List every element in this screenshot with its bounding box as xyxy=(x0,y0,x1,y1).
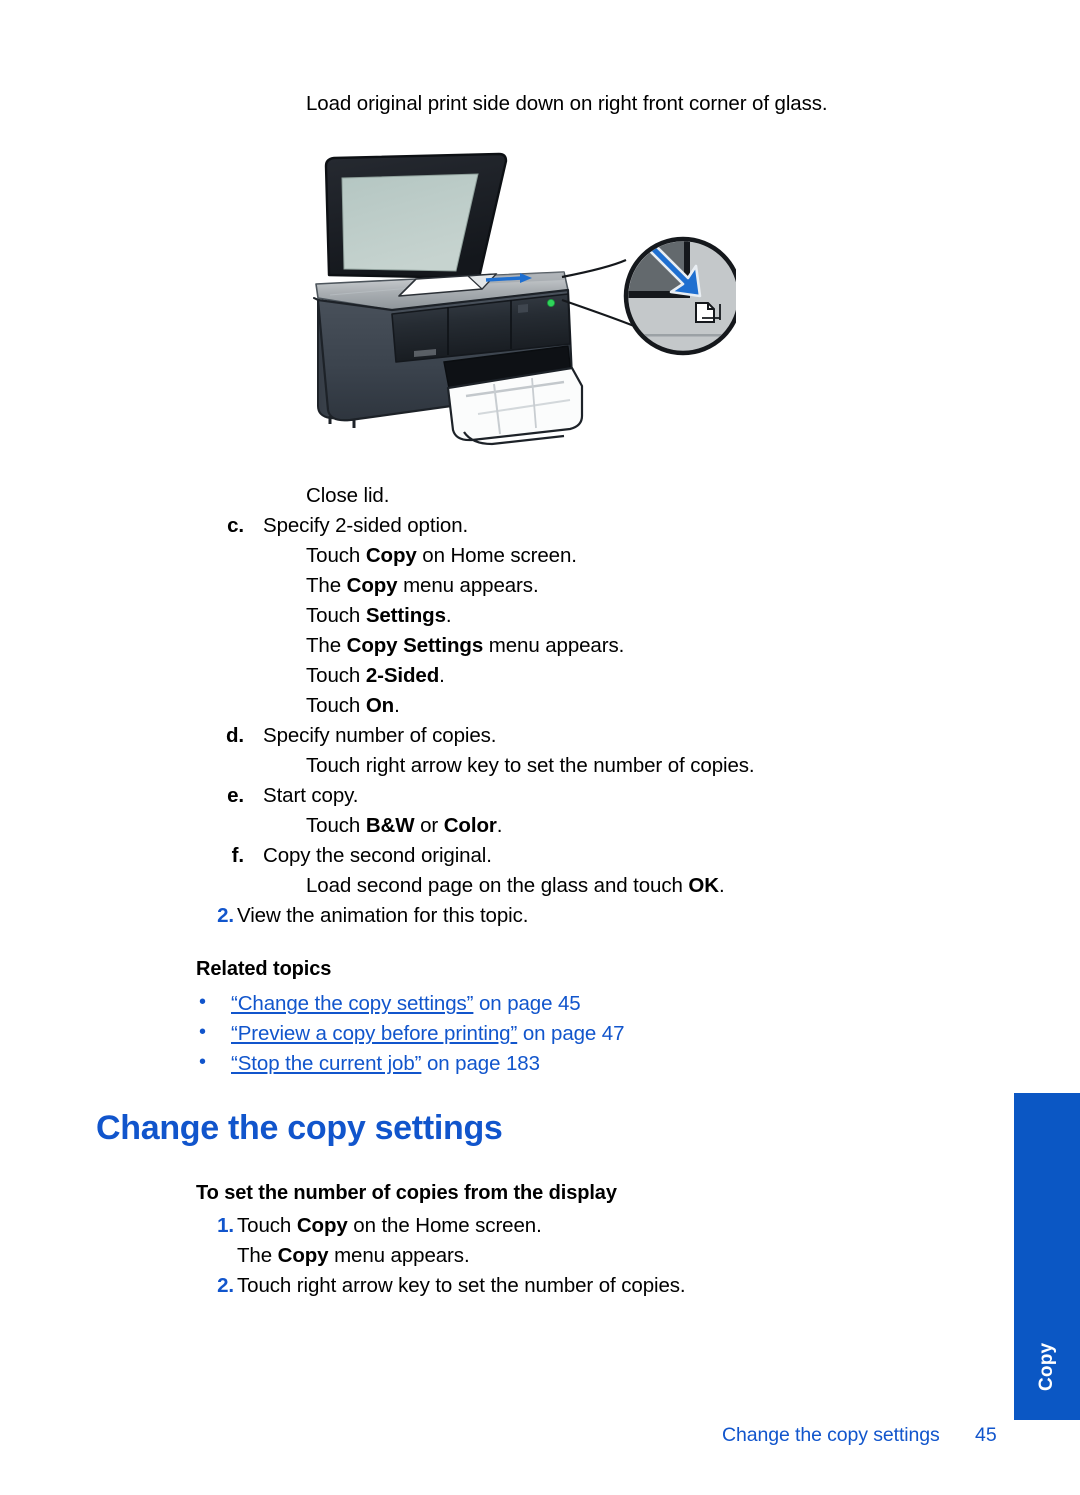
step-text: Specify number of copies. xyxy=(263,724,497,747)
related-topic-link[interactable]: “Stop the current job” xyxy=(231,1052,421,1075)
ui-term: Copy Settings xyxy=(346,634,484,657)
step-text: Touch 2-Sided. xyxy=(306,664,445,687)
step-line: e. Start copy. xyxy=(0,784,1080,814)
related-topic-text: “Preview a copy before printing” on page… xyxy=(231,1022,625,1046)
step-line: Touch 2-Sided. xyxy=(0,664,1080,694)
step-line: Touch B&W or Color. xyxy=(0,814,1080,844)
step-line: Touch right arrow key to set the number … xyxy=(0,754,1080,784)
procedure-step-text: The Copy menu appears. xyxy=(237,1244,470,1267)
procedure-step-marker: 1. xyxy=(217,1214,234,1237)
intro-instruction: Load original print side down on right f… xyxy=(306,92,828,115)
procedure-step-line: The Copy menu appears. xyxy=(0,1244,1080,1274)
step-line: Touch Copy on Home screen. xyxy=(0,544,1080,574)
related-topic-page-ref: on page 183 xyxy=(421,1052,540,1075)
step-text: The Copy menu appears. xyxy=(306,574,539,597)
step-line: The Copy menu appears. xyxy=(0,574,1080,604)
step-text: Touch Copy on Home screen. xyxy=(306,544,577,567)
status-led-icon xyxy=(546,298,555,307)
chapter-side-tab-label: Copy xyxy=(1036,1342,1057,1392)
footer-page-number: 45 xyxy=(975,1424,997,1446)
step-line: The Copy Settings menu appears. xyxy=(0,634,1080,664)
step-text: Close lid. xyxy=(306,484,390,507)
ui-term: Copy xyxy=(346,574,398,597)
footer-section-title: Change the copy settings xyxy=(722,1424,940,1446)
step-marker: f. xyxy=(231,844,244,867)
step-line: f. Copy the second original. xyxy=(0,844,1080,874)
ui-term: Color xyxy=(443,814,497,837)
procedure-step-text: Touch Copy on the Home screen. xyxy=(237,1214,542,1237)
related-topic-page-ref: on page 45 xyxy=(473,992,581,1015)
related-topic-page-ref: on page 47 xyxy=(517,1022,625,1045)
printer-illustration xyxy=(296,148,736,468)
step-text: Specify 2-sided option. xyxy=(263,514,469,537)
step-text: View the animation for this topic. xyxy=(237,904,529,927)
scanner-lid xyxy=(324,152,508,280)
procedure-step-marker: 2. xyxy=(217,1274,234,1297)
related-topics-heading: Related topics xyxy=(196,958,332,980)
step-text: The Copy Settings menu appears. xyxy=(306,634,625,657)
step-line: Touch Settings. xyxy=(0,604,1080,634)
related-topic-link[interactable]: “Change the copy settings” xyxy=(231,992,474,1015)
ui-term: Copy xyxy=(296,1214,348,1237)
procedure-step-line: 1. Touch Copy on the Home screen. xyxy=(0,1214,1080,1244)
step-marker: 2. xyxy=(217,904,234,927)
step-line: Load second page on the glass and touch … xyxy=(0,874,1080,904)
bullet-icon: • xyxy=(199,991,206,1013)
manual-page: Load original print side down on right f… xyxy=(0,0,1080,1495)
step-marker: e. xyxy=(227,784,244,807)
step-marker: d. xyxy=(225,724,244,747)
ui-term: Settings xyxy=(365,604,446,627)
bullet-icon: • xyxy=(199,1021,206,1043)
step-text: Touch Settings. xyxy=(306,604,452,627)
ui-term: Copy xyxy=(277,1244,329,1267)
step-line: c. Specify 2-sided option. xyxy=(0,514,1080,544)
step-line: Close lid. xyxy=(0,484,1080,514)
ui-term: On xyxy=(365,694,395,717)
step-list: Close lid. c. Specify 2-sided option. Touch… xyxy=(0,484,1080,934)
procedure-step-list: 1. Touch Copy on the Home screen. The Copy… xyxy=(0,1214,1080,1304)
section-heading: Change the copy settings xyxy=(96,1109,503,1147)
step-text: Copy the second original. xyxy=(263,844,492,867)
bullet-icon: • xyxy=(199,1051,206,1073)
ui-term: OK xyxy=(688,874,719,897)
magnified-corner-callout xyxy=(623,236,736,356)
procedure-step-line: 2. Touch right arrow key to set the numbe… xyxy=(0,1274,1080,1304)
step-line: d. Specify number of copies. xyxy=(0,724,1080,754)
step-marker: c. xyxy=(227,514,244,537)
step-text: Touch On. xyxy=(306,694,400,717)
step-text: Touch B&W or Color. xyxy=(306,814,503,837)
procedure-heading: To set the number of copies from the dis… xyxy=(196,1182,617,1204)
ui-term: 2-Sided xyxy=(365,664,440,687)
callout-leader-lines xyxy=(561,258,635,328)
procedure-step-text: Touch right arrow key to set the number … xyxy=(237,1274,686,1297)
related-topic-text: “Change the copy settings” on page 45 xyxy=(231,992,581,1016)
related-topic-text: “Stop the current job” on page 183 xyxy=(231,1052,540,1076)
step-text: Start copy. xyxy=(263,784,359,807)
chapter-side-tab: Copy xyxy=(1014,1093,1080,1420)
step-line: 2. View the animation for this topic. xyxy=(0,904,1080,934)
page-footer: Change the copy settings 45 xyxy=(0,1424,1080,1454)
step-text: Touch right arrow key to set the number … xyxy=(306,754,755,777)
step-text: Load second page on the glass and touch … xyxy=(306,874,725,897)
ui-term: B&W xyxy=(365,814,415,837)
related-topic-link[interactable]: “Preview a copy before printing” xyxy=(231,1022,517,1045)
ui-term: Copy xyxy=(365,544,417,567)
paper-output-tray xyxy=(443,345,584,446)
step-line: Touch On. xyxy=(0,694,1080,724)
